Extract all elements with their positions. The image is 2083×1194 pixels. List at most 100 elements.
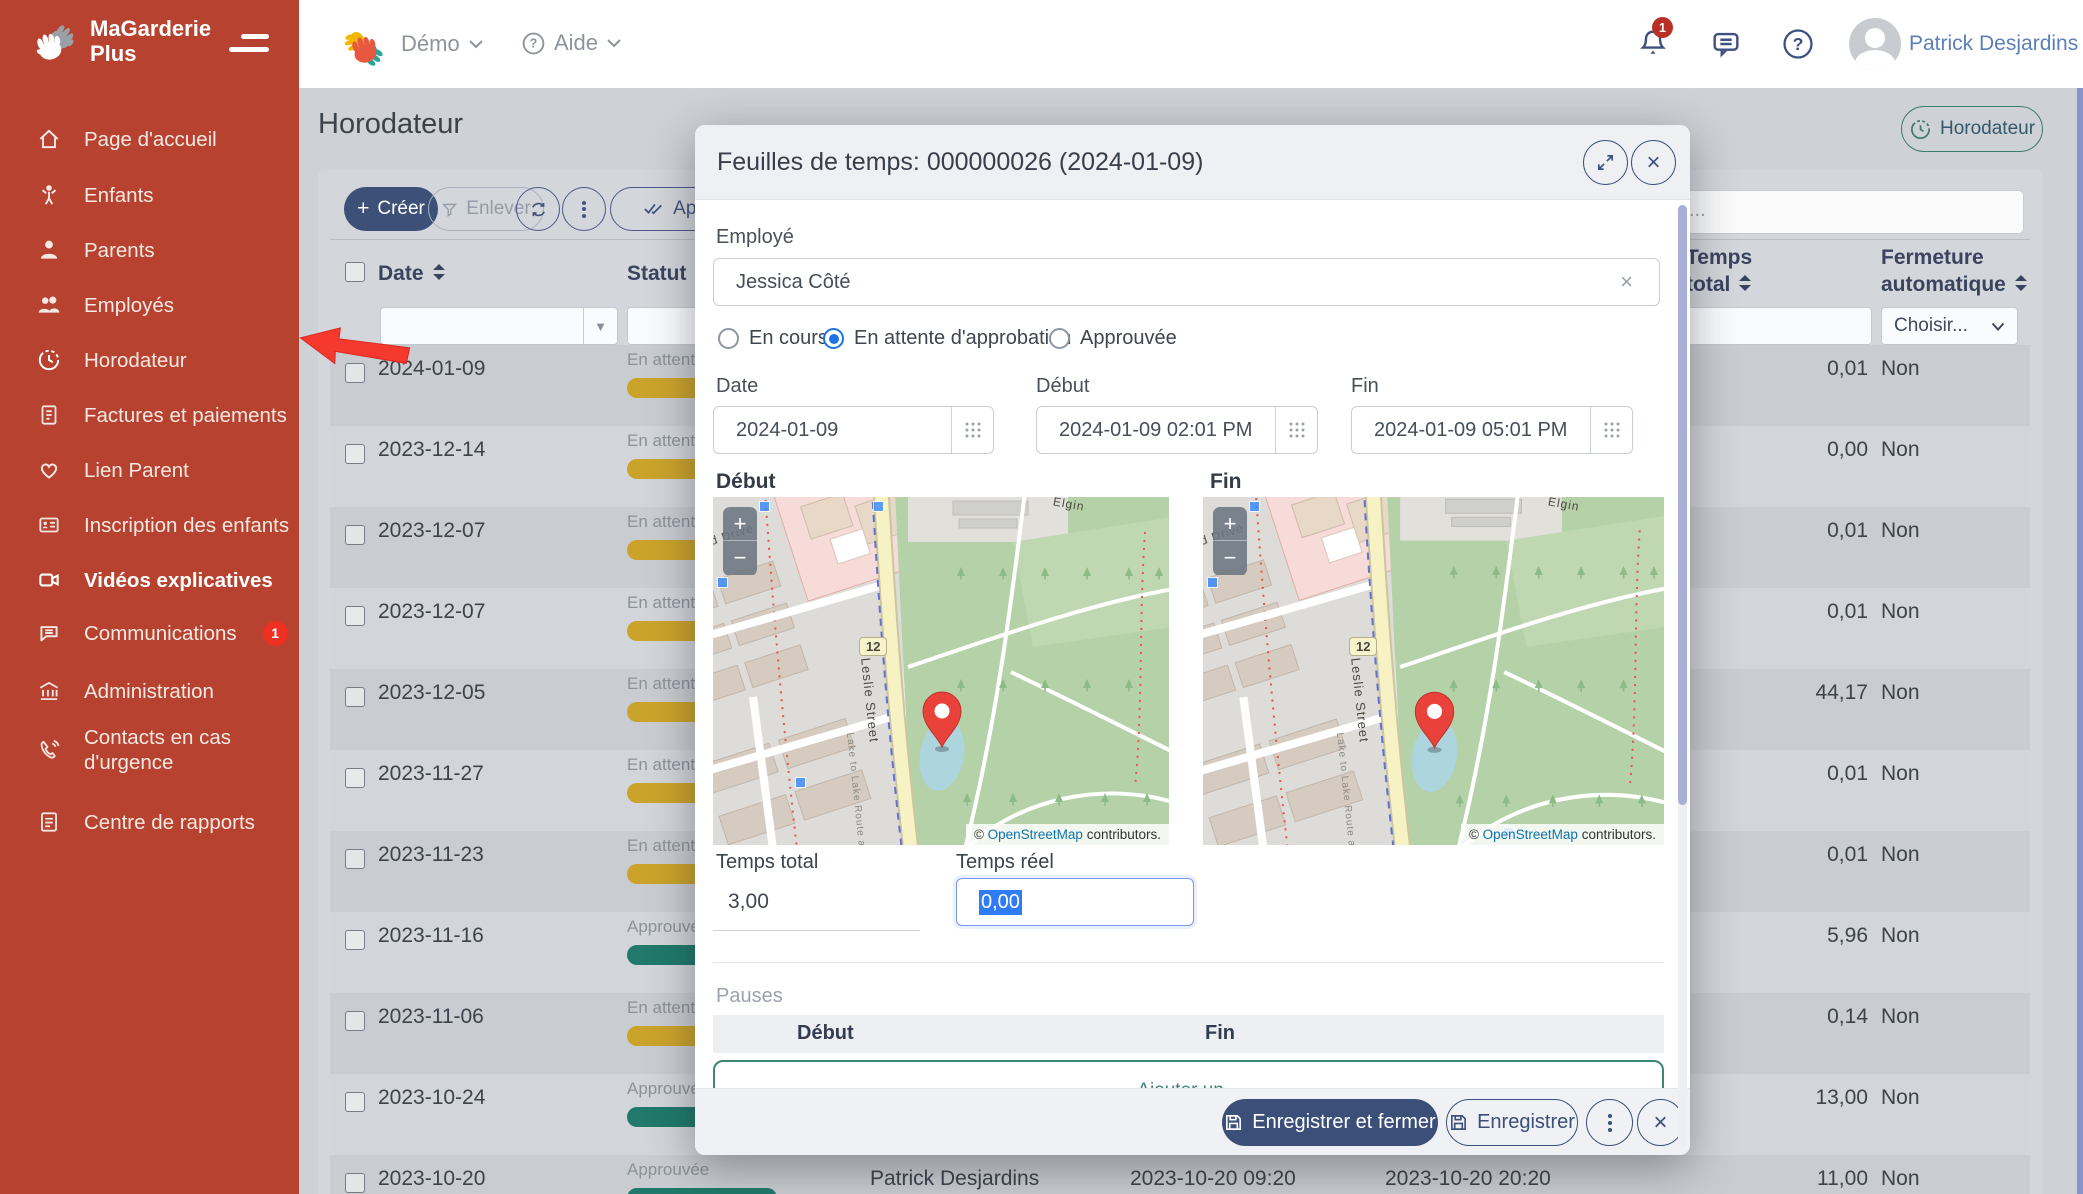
user-menu[interactable]: Patrick Desjardins bbox=[1849, 18, 2078, 70]
horodateur-button[interactable]: Horodateur bbox=[1901, 106, 2043, 152]
map-edit-handle[interactable] bbox=[1249, 501, 1260, 512]
sidebar-item-lien-parent[interactable]: Lien Parent bbox=[0, 444, 299, 496]
row-date: 2023-11-23 bbox=[378, 841, 484, 869]
column-header-temps-total[interactable]: Tempstotal bbox=[1686, 246, 1752, 297]
radio-en-cours[interactable]: En cours bbox=[718, 327, 828, 350]
modal-scrollbar-thumb[interactable] bbox=[1678, 205, 1687, 805]
map-edit-handle[interactable] bbox=[873, 501, 884, 512]
parent-icon bbox=[36, 237, 62, 263]
map-edit-handle[interactable] bbox=[1207, 577, 1218, 588]
row-checkbox[interactable] bbox=[345, 687, 365, 707]
underline bbox=[713, 930, 920, 931]
sidebar-item-inscription[interactable]: Inscription des enfants bbox=[0, 499, 299, 551]
fin-input[interactable]: 2024-01-09 05:01 PM bbox=[1351, 406, 1633, 454]
row-temps-total: 44,17 bbox=[1680, 679, 1868, 707]
org-switcher[interactable]: Démo bbox=[339, 17, 484, 71]
notifications-button[interactable]: 1 bbox=[1636, 25, 1670, 61]
openstreetmap-link[interactable]: OpenStreetMap bbox=[1483, 827, 1578, 842]
fin-calendar-button[interactable] bbox=[1590, 407, 1632, 453]
row-fermeture: Non bbox=[1881, 760, 1920, 788]
help-button[interactable]: ? bbox=[1781, 27, 1815, 61]
modal-more-actions-button[interactable] bbox=[1586, 1099, 1633, 1146]
radio-approuvee[interactable]: Approuvée bbox=[1049, 327, 1177, 350]
debut-calendar-button[interactable] bbox=[1275, 407, 1317, 453]
row-checkbox[interactable] bbox=[345, 768, 365, 788]
modal-close-button[interactable]: × bbox=[1637, 1099, 1684, 1146]
debut-input[interactable]: 2024-01-09 02:01 PM bbox=[1036, 406, 1318, 454]
sidebar-item-employes[interactable]: Employés bbox=[0, 279, 299, 331]
top-header: Démo ? Aide 1 ? Patrick Desjardins bbox=[299, 0, 2083, 88]
help-menu[interactable]: ? Aide bbox=[521, 30, 622, 56]
map-edit-handle[interactable] bbox=[759, 501, 770, 512]
row-checkbox[interactable] bbox=[345, 606, 365, 626]
table-row[interactable]: 2023-10-20 Approuvée Patrick Desjardins … bbox=[330, 1155, 2030, 1194]
messages-button[interactable] bbox=[1709, 27, 1743, 61]
hamburger-menu-icon[interactable] bbox=[229, 34, 269, 56]
map-debut[interactable]: + − 12 Leslie Street Lake to Lake Route … bbox=[713, 497, 1169, 845]
more-actions-button[interactable] bbox=[562, 187, 606, 231]
row-fermeture: Non bbox=[1881, 1003, 1920, 1031]
map-edit-handle[interactable] bbox=[717, 577, 728, 588]
expand-modal-button[interactable] bbox=[1583, 140, 1628, 185]
row-checkbox[interactable] bbox=[345, 930, 365, 950]
sidebar-item-horodateur[interactable]: Horodateur bbox=[0, 334, 299, 386]
sort-icon bbox=[1739, 275, 1751, 291]
sidebar-item-contacts[interactable]: Contacts en cas d'urgence bbox=[0, 717, 299, 783]
sidebar-item-factures[interactable]: Factures et paiements bbox=[0, 389, 299, 441]
app-window: MaGarderiePlus Page d'accueil Enfants Pa… bbox=[0, 0, 2083, 1194]
temps-total-filter-input[interactable] bbox=[1686, 307, 1872, 345]
sidebar-item-videos[interactable]: Vidéos explicatives bbox=[0, 554, 299, 606]
column-header-date[interactable]: Date bbox=[378, 262, 445, 286]
building-icon bbox=[36, 678, 62, 704]
modal-scrollbar[interactable] bbox=[1678, 205, 1687, 1147]
date-filter-input[interactable]: ▼ bbox=[380, 307, 618, 345]
refresh-button[interactable] bbox=[516, 187, 560, 231]
zoom-in-button[interactable]: + bbox=[723, 507, 757, 541]
openstreetmap-link[interactable]: OpenStreetMap bbox=[988, 827, 1083, 842]
date-calendar-button[interactable] bbox=[951, 407, 993, 453]
row-checkbox[interactable] bbox=[345, 444, 365, 464]
sidebar-item-administration[interactable]: Administration bbox=[0, 665, 299, 717]
row-date: 2023-12-14 bbox=[378, 436, 485, 464]
row-date: 2023-12-07 bbox=[378, 598, 485, 626]
app-logo[interactable]: MaGarderiePlus bbox=[24, 14, 211, 68]
temps-total-label: Temps total bbox=[716, 851, 818, 874]
plus-icon: + bbox=[357, 197, 369, 221]
row-checkbox[interactable] bbox=[345, 525, 365, 545]
zoom-out-button[interactable]: − bbox=[723, 541, 757, 575]
sidebar-item-parents[interactable]: Parents bbox=[0, 224, 299, 276]
page-scrollbar[interactable] bbox=[2077, 88, 2083, 1194]
sidebar-item-communications[interactable]: Communications 1 bbox=[0, 607, 299, 659]
row-checkbox[interactable] bbox=[345, 1173, 365, 1193]
sidebar-item-rapports[interactable]: Centre de rapports bbox=[0, 796, 299, 848]
select-all-checkbox[interactable] bbox=[345, 262, 365, 282]
video-camera-icon bbox=[36, 567, 62, 593]
row-checkbox[interactable] bbox=[345, 1011, 365, 1031]
map-fin[interactable]: + − 12 Leslie Street Lake to Lake Route … bbox=[1203, 497, 1664, 845]
kebab-icon bbox=[1608, 1114, 1612, 1132]
save-button[interactable]: Enregistrer bbox=[1446, 1099, 1578, 1146]
column-header-fermeture[interactable]: Fermetureautomatique bbox=[1881, 246, 2027, 297]
close-modal-button[interactable]: × bbox=[1631, 140, 1676, 185]
sidebar-item-accueil[interactable]: Page d'accueil bbox=[0, 113, 299, 165]
user-name: Patrick Desjardins bbox=[1909, 32, 2078, 56]
row-checkbox[interactable] bbox=[345, 1092, 365, 1112]
sidebar-item-enfants[interactable]: Enfants bbox=[0, 169, 299, 221]
map-edit-handle[interactable] bbox=[795, 777, 806, 788]
clear-employe-icon[interactable]: × bbox=[1620, 269, 1633, 295]
org-name: Démo bbox=[401, 31, 460, 57]
create-button[interactable]: + Créer bbox=[344, 187, 438, 231]
pause-debut-header: Début bbox=[797, 1022, 854, 1045]
radio-en-attente[interactable]: En attente d'approbation bbox=[823, 327, 1071, 350]
employe-input[interactable]: Jessica Côté × bbox=[713, 258, 1660, 306]
row-temps-total: 5,96 bbox=[1680, 922, 1868, 950]
row-fermeture: Non bbox=[1881, 841, 1920, 869]
row-checkbox[interactable] bbox=[345, 849, 365, 869]
temps-reel-input[interactable]: 0,00 bbox=[956, 878, 1194, 926]
zoom-out-button[interactable]: − bbox=[1213, 541, 1247, 575]
date-input[interactable]: 2024-01-09 bbox=[713, 406, 994, 454]
row-temps-total: 0,01 bbox=[1680, 760, 1868, 788]
zoom-in-button[interactable]: + bbox=[1213, 507, 1247, 541]
save-and-close-button[interactable]: Enregistrer et fermer bbox=[1222, 1099, 1438, 1146]
fermeture-filter-select[interactable]: Choisir... bbox=[1881, 307, 2018, 345]
